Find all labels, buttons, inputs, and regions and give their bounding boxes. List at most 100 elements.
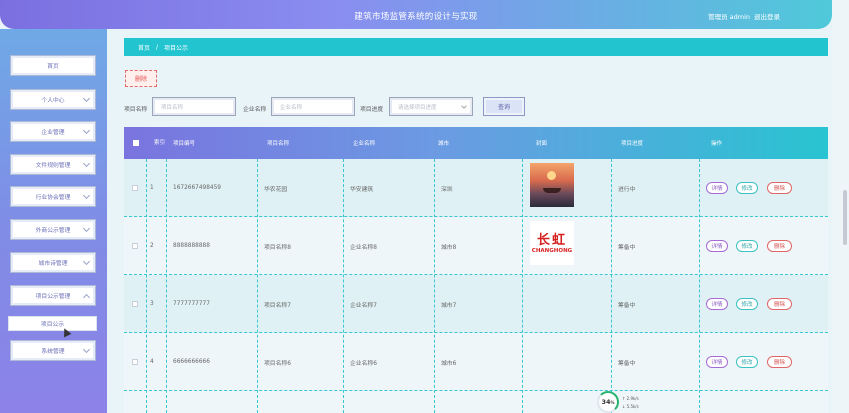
chevron-up-icon — [82, 293, 91, 302]
breadcrumb-home[interactable]: 首页 — [138, 43, 150, 52]
network-speed-widget: 34% ↑ 2.9k/s ↓ 5.5k/s — [597, 391, 649, 413]
boat-shape — [543, 188, 561, 193]
cell-code: 1672667498459 — [173, 185, 221, 191]
table-header: 索引 项目编号 项目名称 企业名称 城市 封面 项目进度 操作 — [124, 127, 828, 159]
chevron-down-icon — [82, 257, 91, 266]
col-progress: 项目进度 — [621, 141, 644, 147]
project-name-input[interactable]: 项目名称 — [152, 97, 236, 116]
sidebar-item-projects[interactable]: 项目公示管理 — [10, 285, 96, 306]
cell-company: 企业名称7 — [350, 302, 377, 309]
col-actions: 操作 — [711, 141, 723, 147]
column-divider — [257, 159, 258, 413]
chevron-down-icon — [82, 94, 91, 103]
progress-label: 项目进度 — [360, 107, 384, 113]
chevron-down-icon — [82, 224, 91, 233]
cell-city: 城市7 — [441, 302, 457, 309]
cell-code: 6666666666 — [173, 359, 210, 365]
cell-index: 4 — [150, 359, 154, 365]
cell-progress: 筹备中 — [618, 360, 636, 367]
col-cover: 封面 — [536, 141, 548, 147]
cell-index: 2 — [150, 243, 154, 249]
chevron-down-icon — [82, 345, 91, 354]
progress-select-placeholder: 请选择项目进度 — [398, 104, 437, 111]
table-row: 1 1672667498459 华农花园 华安建筑 深圳 进行中 详情 修改 删… — [124, 159, 828, 217]
sidebar-item-home[interactable]: 首页 — [10, 55, 96, 76]
sidebar: 首页 个人中心 企业管理 文件规则管理 行业协会管理 外商公示管理 城市诗管理 … — [0, 29, 107, 413]
row-checkbox-cell — [132, 333, 138, 391]
cover-image-changhong-logo: 长虹 CHANGHONG — [530, 221, 574, 265]
delete-row-button[interactable]: 删除 — [767, 182, 792, 194]
logo-en-text: CHANGHONG — [531, 247, 573, 254]
row-checkbox-cell — [132, 217, 138, 275]
sidebar-item-regulations[interactable]: 文件规则管理 — [10, 154, 96, 175]
sidebar-item-label: 个人中心 — [41, 98, 65, 104]
cell-code: 7777777777 — [173, 301, 210, 307]
column-divider — [434, 159, 435, 413]
sidebar-item-cities[interactable]: 城市诗管理 — [10, 252, 96, 273]
cell-city: 城市8 — [441, 244, 457, 251]
sidebar-item-label: 首页 — [47, 64, 59, 70]
sidebar-subitem-project-notice[interactable]: 项目公示 — [8, 316, 97, 331]
project-table: 索引 项目编号 项目名称 企业名称 城市 封面 项目进度 操作 1 167266… — [124, 127, 828, 413]
row-checkbox[interactable] — [132, 359, 138, 365]
delete-row-button[interactable]: 删除 — [767, 356, 792, 368]
sidebar-item-label: 企业管理 — [41, 130, 65, 136]
cell-index: 3 — [150, 301, 154, 307]
breadcrumb-separator: / — [156, 43, 159, 51]
logout-link[interactable]: 退出登录 — [754, 11, 780, 21]
detail-button[interactable]: 详情 — [706, 356, 728, 368]
top-header: 建筑市场监管系统的设计与实现 管理员 admin 退出登录 — [0, 0, 832, 29]
sidebar-item-label: 文件规则管理 — [35, 163, 71, 169]
edit-button[interactable]: 修改 — [736, 298, 758, 310]
company-name-input[interactable]: 企业名称 — [271, 97, 355, 116]
cell-city: 深圳 — [441, 186, 453, 193]
select-all-cell — [133, 127, 139, 159]
sidebar-item-companies[interactable]: 企业管理 — [10, 121, 96, 142]
cell-progress: 筹备中 — [618, 244, 636, 251]
current-user: 管理员 admin — [708, 13, 750, 21]
widget-percent: 34 — [601, 398, 611, 406]
progress-select[interactable]: 请选择项目进度 — [389, 97, 473, 116]
delete-button[interactable]: 删除 — [125, 70, 157, 87]
cell-name: 项目名称7 — [264, 302, 291, 309]
sidebar-item-foreign[interactable]: 外商公示管理 — [10, 219, 96, 240]
edit-button[interactable]: 修改 — [736, 240, 758, 252]
sidebar-item-system[interactable]: 系统管理 — [10, 340, 96, 361]
sidebar-item-associations[interactable]: 行业协会管理 — [10, 186, 96, 207]
col-code: 项目编号 — [173, 141, 196, 147]
cell-index: 1 — [150, 185, 154, 191]
detail-button[interactable]: 详情 — [706, 240, 728, 252]
cell-city: 城市6 — [441, 360, 457, 367]
cell-company: 企业名称6 — [350, 360, 377, 367]
delete-row-button[interactable]: 删除 — [767, 240, 792, 252]
chevron-down-icon — [82, 126, 91, 135]
select-all-checkbox[interactable] — [133, 140, 139, 146]
row-checkbox[interactable] — [132, 185, 138, 191]
detail-button[interactable]: 详情 — [706, 182, 728, 194]
column-divider — [699, 159, 700, 413]
table-row: 4 6666666666 项目名称6 企业名称6 城市6 筹备中 详情 修改 删… — [124, 333, 828, 391]
cover-image-sunset — [530, 163, 574, 207]
edit-button[interactable]: 修改 — [736, 356, 758, 368]
detail-button[interactable]: 详情 — [706, 298, 728, 310]
delete-row-button[interactable]: 删除 — [767, 298, 792, 310]
row-checkbox[interactable] — [132, 301, 138, 307]
cell-code: 8888888888 — [173, 243, 210, 249]
company-name-label: 企业名称 — [243, 107, 267, 113]
cell-progress: 筹备中 — [618, 302, 636, 309]
column-divider — [611, 159, 612, 413]
chevron-down-icon — [82, 159, 91, 168]
edit-button[interactable]: 修改 — [736, 182, 758, 194]
row-checkbox-cell — [132, 275, 138, 333]
search-button[interactable]: 查询 — [483, 97, 525, 116]
row-checkbox[interactable] — [132, 243, 138, 249]
breadcrumb-current: 项目公示 — [164, 44, 189, 52]
sidebar-item-label: 行业协会管理 — [35, 195, 71, 201]
cpu-ring-icon: 34% — [597, 391, 619, 413]
cell-name: 项目名称8 — [264, 244, 291, 251]
chevron-down-icon — [461, 103, 467, 109]
sidebar-item-profile[interactable]: 个人中心 — [10, 89, 96, 110]
col-company: 企业名称 — [353, 141, 376, 147]
page-scrollbar[interactable] — [843, 190, 847, 245]
column-divider — [166, 159, 167, 413]
